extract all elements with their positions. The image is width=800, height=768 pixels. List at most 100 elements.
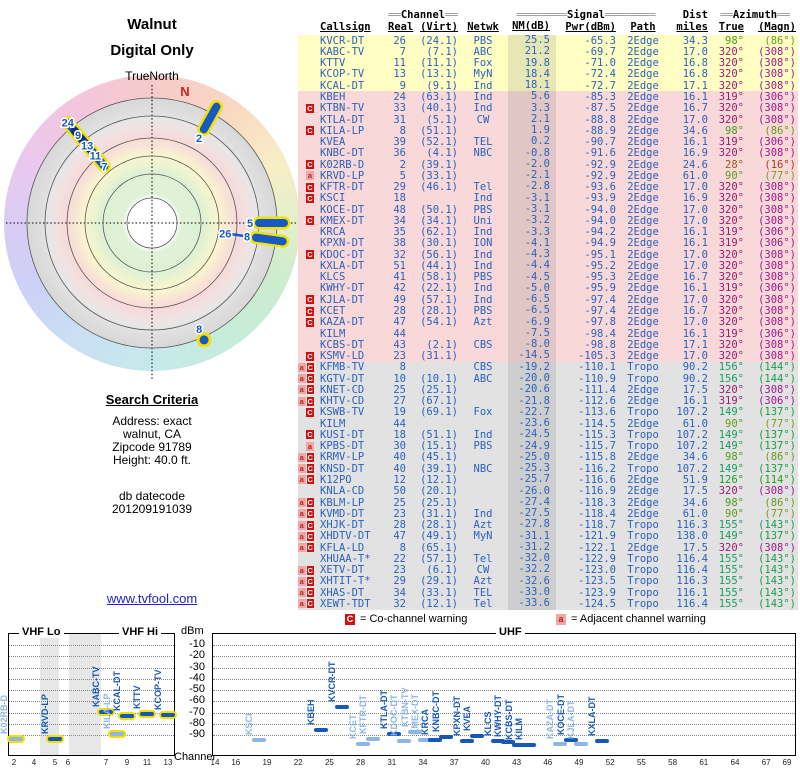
cell-azimuth-magnetic: (143°) — [758, 597, 796, 610]
adjacent-warning-badge: a — [298, 452, 306, 462]
cell-azimuth-magnetic: (306°) — [758, 226, 796, 239]
cell-power: -118.4 — [578, 507, 616, 520]
radar-channel-label: 7 — [101, 161, 107, 173]
cell-noise-margin: -33.6 — [508, 598, 556, 610]
cell-real-channel: 24 — [393, 90, 406, 103]
cell-path: 2Edge — [627, 45, 659, 58]
cell-callsign: KCET — [320, 305, 346, 318]
channel-tick: 16 — [231, 758, 241, 767]
adjacent-warning-badge: a — [298, 599, 306, 609]
cell-network: Azt — [473, 519, 493, 532]
cell-noise-margin: -27.8 — [508, 519, 556, 531]
cell-azimuth-true: 320° — [718, 181, 744, 194]
cell-callsign: KTTV — [320, 57, 346, 70]
cell-real-channel: 34 — [393, 586, 406, 599]
cell-azimuth-true: 320° — [718, 383, 744, 396]
cell-azimuth-magnetic: (308°) — [758, 383, 796, 396]
cell-real-channel: 5 — [399, 169, 406, 182]
cell-distance: 116.4 — [676, 564, 708, 577]
cell-azimuth-true: 156° — [718, 361, 744, 374]
group-header-azimuth: ══Azimuth══ — [720, 9, 790, 21]
signal-bar — [470, 734, 484, 739]
cell-distance: 17.5 — [682, 541, 708, 554]
cell-distance: 17.0 — [682, 293, 708, 306]
cell-azimuth-true: 90° — [725, 507, 744, 520]
cell-azimuth-true: 320° — [718, 203, 744, 216]
cell-network: Ind — [473, 293, 493, 306]
cell-power: -93.6 — [584, 181, 616, 194]
adjacent-warning-badge: a — [298, 475, 306, 485]
cell-power: -123.5 — [578, 575, 616, 588]
cell-real-channel: 19 — [393, 406, 406, 419]
cell-azimuth-magnetic: (137°) — [758, 530, 796, 543]
cell-network: Tel — [473, 181, 493, 194]
cell-network: MyN — [473, 530, 493, 543]
cell-azimuth-true: 28° — [725, 158, 744, 171]
cell-real-channel: 47 — [393, 316, 406, 329]
channel-tick: 28 — [356, 758, 366, 767]
cell-power: -93.9 — [584, 192, 616, 205]
cell-distance: 16.1 — [682, 395, 708, 408]
cell-noise-margin: -6.5 — [508, 305, 556, 317]
channel-tick: 67 — [761, 758, 771, 767]
adjacent-warning-badge: a — [298, 565, 306, 575]
cell-network: ABC — [473, 45, 493, 58]
cell-azimuth-magnetic: (16°) — [764, 158, 796, 171]
cell-network: Ind — [473, 507, 493, 520]
cell-azimuth-true: 90° — [725, 417, 744, 430]
co-channel-warning-badge: C — [306, 509, 314, 519]
cell-real-channel: 22 — [393, 552, 406, 565]
db-datecode-value: 201209191039 — [111, 502, 193, 516]
cell-virtual-channel: (57.1) — [420, 552, 458, 565]
cell-real-channel: 47 — [393, 530, 406, 543]
cell-azimuth-true: 156° — [718, 372, 744, 385]
table-body: KVCR-DT 26 (24.1) PBS 25.5 -65.3 2Edge 34.3 98°(… — [298, 34, 798, 610]
tvfool-link[interactable]: www.tvfool.com — [107, 591, 197, 606]
cell-callsign: KSMV-LD — [320, 350, 365, 363]
station-row: a C XHJK-DT 28 (28.1) Azt -27.8 -118.7 Tropo 116.… — [298, 519, 798, 532]
cell-network: Uni — [473, 214, 493, 227]
signal-bar — [48, 736, 62, 741]
cell-power: -105.3 — [578, 350, 616, 363]
cell-distance: 34.6 — [682, 451, 708, 464]
dbm-tick: -20 — [189, 649, 205, 662]
channel-tick: 25 — [324, 758, 334, 767]
co-channel-warning-badge: C — [306, 182, 314, 192]
cell-virtual-channel: (5.1) — [426, 113, 458, 126]
cell-network: Fox — [473, 57, 493, 70]
cell-path: 2Edge — [627, 57, 659, 70]
gridline — [213, 690, 795, 692]
cell-network: NBC — [473, 462, 493, 475]
co-channel-warning-badge: C — [306, 588, 314, 598]
cell-callsign: KVCR-DT — [320, 34, 365, 47]
radar-marker: 8 26 — [218, 227, 290, 248]
cell-azimuth-true: 319° — [718, 237, 744, 250]
cell-virtual-channel: (40.1) — [420, 102, 458, 115]
station-row: a C XEWT-TDT 32 (12.1) Tel -33.6 -124.5 Tropo 116… — [298, 597, 798, 610]
col-true: True — [718, 21, 744, 33]
cell-azimuth-true: 149° — [718, 406, 744, 419]
cell-azimuth-true: 319° — [718, 395, 744, 408]
channel-tick: 61 — [699, 758, 709, 767]
cell-real-channel: 27 — [393, 395, 406, 408]
warning-badges: aC — [298, 396, 314, 406]
station-row: KXLA-DT 51 (44.1) Ind -4.4 -95.2 2Edge 17.0 320°… — [298, 260, 798, 272]
station-row: C KCET 28 (28.1) PBS -6.5 -97.4 2Edge 16.7 320° (3… — [298, 305, 798, 318]
cell-power: -97.8 — [584, 316, 616, 329]
station-row: KVEA 39 (52.1) TEL 0.2 -90.7 2Edge 16.1 319° (306… — [298, 136, 798, 149]
cell-power: -98.4 — [584, 327, 616, 340]
cell-path: 2Edge — [627, 79, 659, 92]
cell-power: -123.9 — [578, 586, 616, 599]
warning-badges: aC — [298, 509, 314, 519]
cell-power: -71.0 — [584, 57, 616, 70]
cell-real-channel: 23 — [393, 564, 406, 577]
cell-distance: 17.5 — [682, 485, 708, 498]
cell-network: Ind — [473, 282, 493, 295]
cell-power: -113.6 — [578, 406, 616, 419]
cell-distance: 17.0 — [682, 214, 708, 227]
cell-network: CW — [476, 564, 490, 577]
co-channel-warning-badge: C — [306, 216, 314, 226]
cell-azimuth-magnetic: (306°) — [758, 136, 796, 149]
cell-power: -72.7 — [584, 79, 616, 92]
signal-bar — [397, 739, 412, 744]
